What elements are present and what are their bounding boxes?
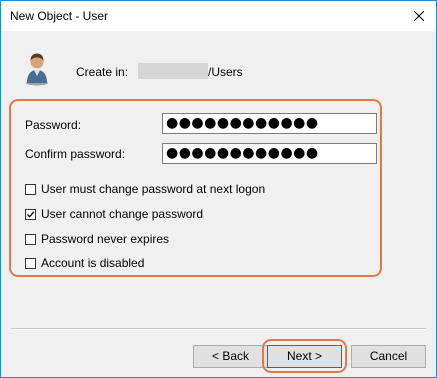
option-label: User must change password at next logon: [41, 182, 266, 196]
checkmark-icon: [27, 210, 35, 218]
option-account-disabled[interactable]: Account is disabled: [25, 256, 144, 270]
create-in-path: /Users: [208, 65, 243, 79]
next-button[interactable]: Next >: [267, 345, 342, 368]
password-label: Password:: [25, 118, 82, 132]
checkbox-checked[interactable]: [25, 208, 36, 220]
redacted-domain: [138, 63, 208, 79]
footer-divider: [11, 328, 426, 330]
close-icon: [414, 11, 424, 21]
option-must-change-password[interactable]: User must change password at next logon: [25, 182, 265, 196]
checkbox[interactable]: [25, 183, 36, 195]
window-title: New Object - User: [10, 9, 109, 23]
option-label: Account is disabled: [41, 256, 145, 270]
dialog-header: Create in: /Users: [1, 31, 436, 91]
cancel-button[interactable]: Cancel: [351, 345, 426, 368]
close-button[interactable]: [402, 1, 436, 31]
checkbox[interactable]: [25, 257, 36, 269]
user-icon: [26, 53, 48, 86]
option-label: Password never expires: [41, 232, 170, 246]
back-button[interactable]: < Back: [193, 345, 268, 368]
dialog-window: New Object - User Create in: /Users Pass…: [0, 0, 437, 378]
title-bar: New Object - User: [1, 1, 436, 31]
option-cannot-change-password[interactable]: User cannot change password: [25, 207, 203, 221]
checkbox[interactable]: [25, 233, 36, 245]
create-in-label: Create in:: [76, 65, 129, 79]
confirm-password-label: Confirm password:: [25, 147, 126, 161]
confirm-password-field[interactable]: ●●●●●●●●●●●●: [162, 143, 377, 164]
password-field[interactable]: ●●●●●●●●●●●●: [162, 113, 377, 134]
option-label: User cannot change password: [41, 207, 204, 221]
option-password-never-expires[interactable]: Password never expires: [25, 232, 169, 246]
